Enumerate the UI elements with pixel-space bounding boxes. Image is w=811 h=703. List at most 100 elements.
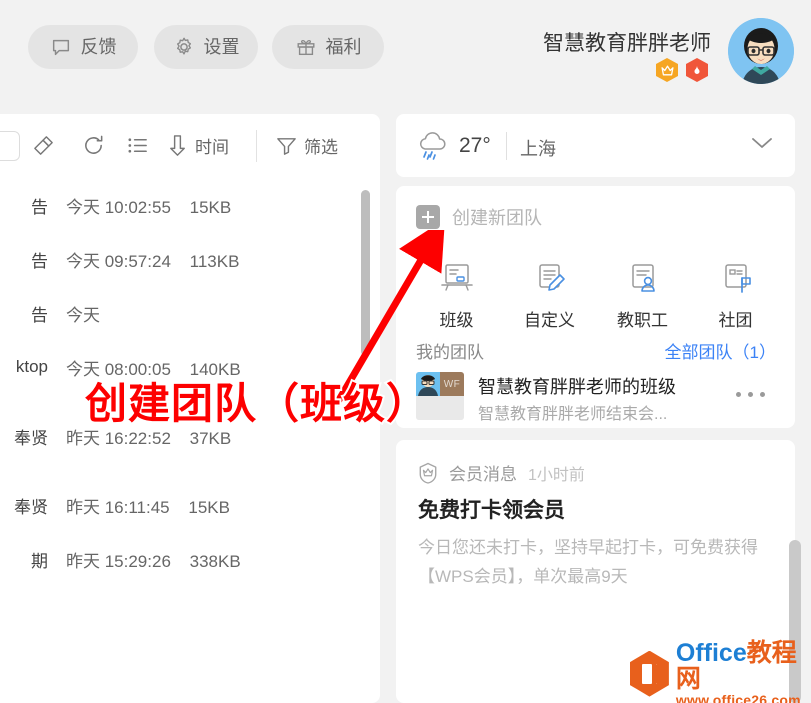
file-name: 告 — [31, 251, 48, 271]
message-time: 1小时前 — [528, 466, 585, 484]
feedback-button[interactable]: 反馈 — [28, 25, 138, 69]
team-thumbnail: WF — [416, 372, 464, 420]
table-row[interactable]: 告 今天 09:57:24 113KB — [0, 232, 380, 286]
view-toggle-button[interactable] — [0, 131, 20, 161]
plus-icon — [416, 205, 440, 229]
user-badges — [656, 58, 708, 82]
leaf-icon — [694, 65, 700, 74]
file-name: 奉贤 — [14, 497, 48, 517]
member-leaf-badge[interactable] — [686, 58, 708, 82]
welfare-button[interactable]: 福利 — [272, 25, 384, 69]
my-teams-title: 我的团队 — [416, 343, 484, 362]
file-size: 140KB — [189, 359, 241, 379]
user-name: 智慧教育胖胖老师 — [543, 32, 711, 55]
document-flag-icon — [694, 252, 778, 296]
team-type-class[interactable]: 班级 — [415, 252, 499, 331]
refresh-icon — [85, 135, 103, 154]
filter-label: 筛选 — [304, 138, 338, 157]
file-date: 今天 08:00:05 — [66, 359, 171, 379]
file-list: 告 今天 10:02:55 15KB 告 今天 09:57:24 113KB 告… — [0, 178, 380, 586]
message-header: 会员消息 1小时前 — [418, 460, 585, 485]
avatar[interactable] — [728, 18, 794, 84]
file-name: 告 — [31, 305, 48, 325]
team-thumb-empty — [440, 396, 464, 420]
file-date: 昨天 16:22:52 — [66, 428, 171, 448]
clean-button[interactable] — [32, 134, 55, 157]
toolbar-divider — [256, 130, 257, 162]
file-name: ktop — [15, 357, 48, 376]
sort-label: 时间 — [195, 138, 229, 157]
weather-widget[interactable]: 27° 上海 — [396, 114, 795, 177]
file-name: 期 — [31, 551, 48, 571]
team-type-custom[interactable]: 自定义 — [508, 252, 592, 331]
file-toolbar: 时间 筛选 — [0, 114, 380, 176]
arrow-down-icon — [170, 135, 185, 156]
settings-button[interactable]: 设置 — [154, 25, 258, 69]
team-type-options: 班级 自定义 教职工 社团 — [410, 252, 782, 331]
table-row[interactable]: 奉贤 昨天 16:11:45 15KB — [0, 478, 380, 532]
page-scrollbar-thumb[interactable] — [789, 540, 801, 703]
welfare-label: 福利 — [325, 37, 362, 57]
team-subtitle: 智慧教育胖胖老师结束会... — [478, 406, 668, 423]
team-type-label: 教职工 — [617, 311, 668, 330]
gift-icon — [297, 39, 314, 56]
chevron-down-icon[interactable] — [751, 136, 773, 150]
weather-city: 上海 — [520, 139, 556, 159]
file-size: 15KB — [188, 497, 230, 517]
file-meta: 今天 — [66, 301, 114, 326]
weather-divider — [506, 132, 507, 160]
settings-label: 设置 — [203, 37, 240, 57]
file-date: 昨天 16:11:45 — [66, 497, 170, 517]
file-size: 338KB — [189, 551, 241, 571]
file-meta: 昨天 15:29:26 338KB — [66, 547, 241, 572]
list-view-icon — [128, 138, 147, 153]
team-type-club[interactable]: 社团 — [694, 252, 778, 331]
table-row[interactable]: 期 昨天 15:29:26 338KB — [0, 532, 380, 586]
file-meta: 昨天 16:11:45 15KB — [66, 493, 230, 518]
file-meta: 今天 09:57:24 113KB — [66, 247, 239, 272]
team-type-label: 社团 — [718, 311, 753, 330]
vip-crown-badge[interactable] — [656, 58, 678, 82]
team-type-faculty[interactable]: 教职工 — [601, 252, 685, 331]
crown-icon — [660, 65, 674, 75]
rain-cloud-icon — [419, 132, 446, 160]
comment-icon — [52, 39, 69, 56]
file-size: 15KB — [189, 197, 232, 217]
file-name: 告 — [31, 197, 48, 217]
table-row[interactable]: 告 今天 10:02:55 15KB — [0, 178, 380, 232]
file-list-panel: 时间 筛选 告 今天 10:02:55 15KB 告 今天 09:57:24 1… — [0, 114, 380, 703]
file-date: 今天 — [66, 305, 100, 325]
create-team-button[interactable]: 创建新团队 — [416, 204, 542, 230]
table-row[interactable]: ktop 今天 08:00:05 140KB — [0, 340, 380, 394]
table-row[interactable]: 告 今天 — [0, 286, 380, 340]
right-sidebar: 27° 上海 创建新团队 班级 自定义 教职工 社团 我的团队 全部团队（1） … — [396, 114, 795, 703]
my-teams-header: 我的团队 全部团队（1） — [416, 338, 776, 363]
team-type-label: 班级 — [439, 311, 474, 330]
classroom-board-icon — [415, 252, 499, 296]
filter-button[interactable]: 筛选 — [275, 133, 338, 158]
feedback-label: 反馈 — [80, 37, 117, 57]
create-team-label: 创建新团队 — [452, 208, 542, 228]
gear-icon — [176, 37, 191, 55]
file-list-scrollbar-thumb[interactable] — [361, 190, 370, 356]
list-view-button[interactable] — [126, 134, 149, 157]
message-kind: 会员消息 — [449, 465, 517, 484]
funnel-icon — [277, 138, 296, 155]
team-thumb-empty — [416, 396, 440, 420]
refresh-button[interactable] — [82, 134, 105, 157]
all-teams-link[interactable]: 全部团队（1） — [665, 338, 776, 363]
top-bar: 反馈 设置 福利 智慧教育胖胖老师 — [0, 0, 811, 108]
file-meta: 今天 10:02:55 15KB — [66, 193, 231, 218]
sort-by-time-button[interactable]: 时间 — [166, 133, 229, 158]
table-row[interactable]: 奉贤 昨天 16:22:52 37KB — [0, 394, 380, 478]
file-date: 今天 10:02:55 — [66, 197, 171, 217]
message-title: 免费打卡领会员 — [418, 499, 565, 522]
team-more-menu-button[interactable] — [736, 392, 765, 397]
team-name: 智慧教育胖胖老师的班级 — [478, 377, 676, 397]
list-item[interactable]: WF 智慧教育胖胖老师的班级 智慧教育胖胖老师结束会... — [416, 372, 776, 423]
team-panel: 创建新团队 班级 自定义 教职工 社团 我的团队 全部团队（1） WF 智慧教育… — [396, 186, 795, 428]
team-member-initials: WF — [440, 372, 464, 396]
avatar-illustration — [728, 18, 794, 84]
member-message-card[interactable]: 会员消息 1小时前 免费打卡领会员 今日您还未打卡，坚持早起打卡，可免费获得【W… — [396, 440, 795, 703]
message-body: 今日您还未打卡，坚持早起打卡，可免费获得【WPS会员】，单次最高9天 — [418, 538, 758, 586]
